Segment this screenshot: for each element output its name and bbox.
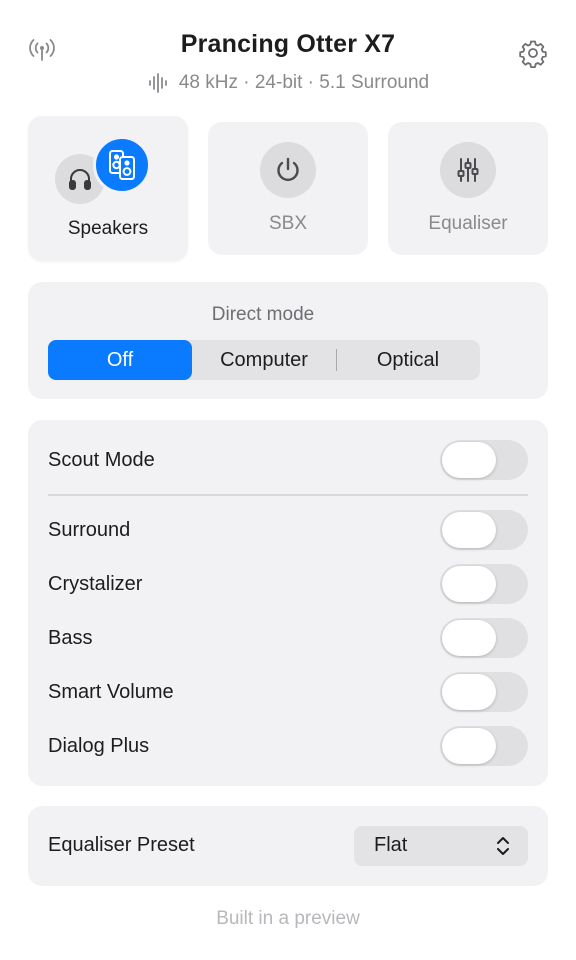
segment-off[interactable]: Off: [48, 340, 192, 380]
direct-mode-panel: Direct mode Off Computer Optical: [28, 282, 548, 399]
dialog-plus-label: Dialog Plus: [48, 735, 150, 757]
direct-mode-title: Direct mode: [211, 304, 315, 325]
speaker-icon: [93, 136, 151, 194]
toggle-knob: [442, 620, 496, 656]
power-icon: [260, 142, 316, 198]
format-text: 48 kHz · 24-bit · 5.1 Surround: [178, 72, 430, 93]
segment-computer[interactable]: Computer: [192, 340, 336, 380]
toggle-knob: [442, 728, 496, 764]
header: Prancing Otter X7 48 kHz · 24-bit · 5.1 …: [0, 0, 576, 110]
surround-label: Surround: [48, 519, 131, 541]
gear-icon[interactable]: [518, 38, 548, 68]
toggle-knob: [442, 674, 496, 710]
speakers-card[interactable]: Speakers: [28, 116, 188, 261]
bass-label: Bass: [48, 627, 93, 649]
footer-note: Built in a preview: [216, 908, 360, 929]
dialog-plus-toggle[interactable]: [440, 726, 528, 766]
smart-volume-toggle[interactable]: [440, 672, 528, 712]
preset-panel: Equaliser Preset Flat: [28, 806, 548, 886]
device-title: Prancing Otter X7: [180, 30, 396, 58]
toggle-knob: [442, 442, 496, 478]
sliders-icon: [440, 142, 496, 198]
speakers-label: Speakers: [67, 218, 149, 239]
direct-mode-segmented-control: Off Computer Optical: [48, 340, 480, 380]
format-info: 48 kHz · 24-bit · 5.1 Surround: [0, 72, 576, 94]
equaliser-label: Equaliser: [428, 213, 508, 234]
divider: [48, 494, 528, 496]
toggles-panel: Scout Mode Surround Crystalizer Bass Sma…: [28, 420, 548, 786]
equaliser-card[interactable]: Equaliser: [388, 122, 548, 255]
bass-toggle[interactable]: [440, 618, 528, 658]
segment-optical[interactable]: Optical: [336, 340, 480, 380]
sbx-card[interactable]: SBX: [208, 122, 368, 255]
preset-label: Equaliser Preset: [48, 834, 195, 856]
scout-mode-toggle[interactable]: [440, 440, 528, 480]
smart-volume-label: Smart Volume: [48, 681, 174, 703]
toggle-knob: [442, 512, 496, 548]
scout-mode-label: Scout Mode: [48, 449, 155, 471]
crystalizer-label: Crystalizer: [48, 573, 143, 595]
preset-value: Flat: [374, 834, 408, 856]
sbx-label: SBX: [268, 213, 308, 234]
preset-select[interactable]: Flat: [354, 826, 528, 866]
waveform-icon: [147, 72, 169, 94]
chevron-up-down-icon: [492, 834, 514, 858]
surround-toggle[interactable]: [440, 510, 528, 550]
crystalizer-toggle[interactable]: [440, 564, 528, 604]
toggle-knob: [442, 566, 496, 602]
